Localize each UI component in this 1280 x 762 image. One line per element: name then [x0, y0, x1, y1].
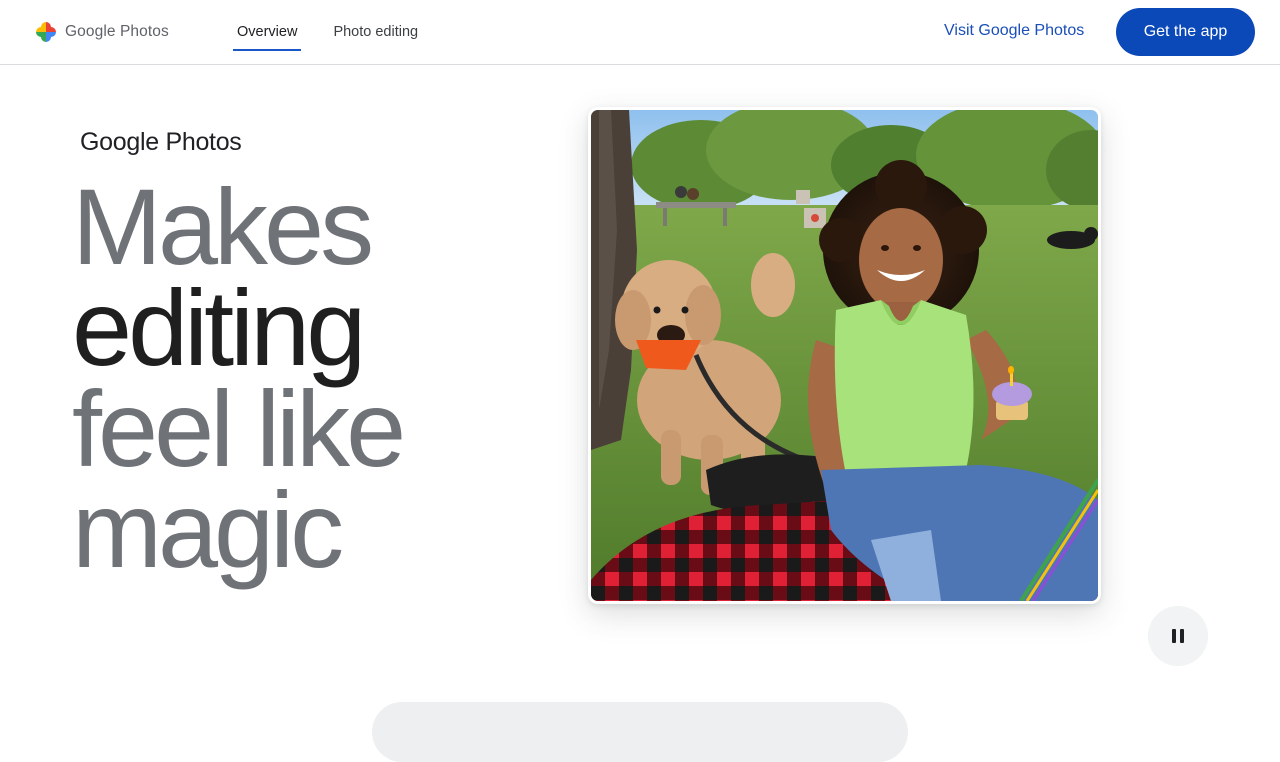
google-photos-logo[interactable]: Google Photos [34, 19, 169, 45]
headline-line-3: feel like [72, 368, 406, 489]
tab-photo-editing-label: Photo editing [333, 24, 419, 40]
pause-icon [1172, 629, 1176, 643]
headline-line-1: Makes [72, 166, 374, 287]
nav-tabs: Overview Photo editing [233, 0, 450, 64]
top-navigation: Google Photos Overview Photo editing Vis… [0, 0, 1280, 65]
hero-photo-card [588, 107, 1101, 604]
pause-animation-button[interactable] [1148, 606, 1208, 666]
brand-name: Google Photos [65, 23, 169, 40]
active-tab-indicator [233, 49, 302, 51]
pinwheel-icon [36, 22, 56, 42]
park-photo [591, 110, 1098, 601]
headline-line-2: editing [72, 267, 366, 388]
bottom-feature-pill[interactable] [372, 702, 908, 762]
tab-overview[interactable]: Overview [233, 0, 302, 64]
hero-headline: Makes editing feel like magic [72, 166, 406, 590]
hero-product-logo: Google Photos [80, 128, 242, 156]
headline-line-4: magic [72, 469, 344, 590]
tab-overview-label: Overview [237, 24, 298, 40]
get-the-app-button[interactable]: Get the app [1116, 8, 1255, 56]
tab-photo-editing[interactable]: Photo editing [329, 0, 422, 64]
pause-icon-bar [1180, 629, 1184, 643]
visit-google-photos-link[interactable]: Visit Google Photos [944, 20, 1084, 42]
